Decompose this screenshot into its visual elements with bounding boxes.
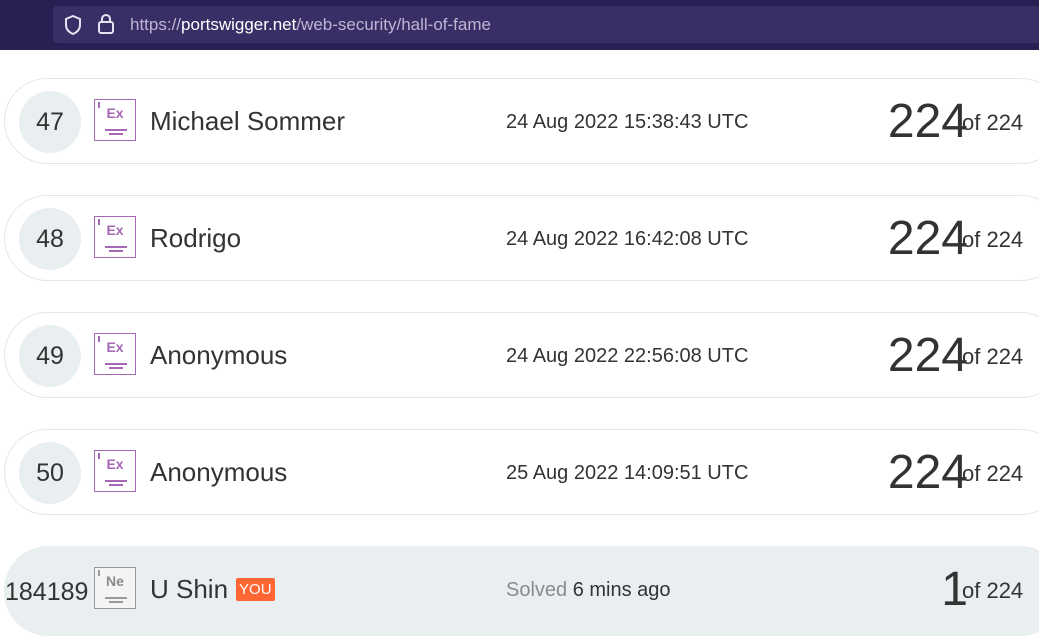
lock-icon[interactable] xyxy=(97,13,115,35)
player-name: Anonymous xyxy=(150,340,288,370)
completion-date: 24 Aug 2022 15:38:43 UTC xyxy=(506,111,749,133)
level-badge-icon: Ex xyxy=(94,216,136,258)
score-value: 224 xyxy=(887,95,968,148)
rank-number: 184189 xyxy=(5,578,89,606)
score-value: 224 xyxy=(887,329,968,382)
level-badge-icon: Ex xyxy=(94,333,136,375)
score-total: of 224 xyxy=(962,578,1024,603)
completion-date: 24 Aug 2022 22:56:08 UTC xyxy=(506,345,749,367)
player-name: Anonymous xyxy=(150,457,288,487)
leaderboard-row: 47 Ex Michael Sommer 24 Aug 2022 15:38:4… xyxy=(4,78,1039,164)
score-total: of 224 xyxy=(962,227,1024,252)
score-value: 224 xyxy=(887,212,968,265)
score-total: of 224 xyxy=(962,344,1024,369)
player-name: U Shin YOU xyxy=(150,574,275,605)
level-badge-icon: Ex xyxy=(94,450,136,492)
player-name: Michael Sommer xyxy=(150,106,346,136)
rank-number: 50 xyxy=(19,442,81,504)
leaderboard-row: 50 Ex Anonymous 25 Aug 2022 14:09:51 UTC… xyxy=(4,429,1039,515)
level-code: Ne xyxy=(106,573,124,589)
level-badge-icon: Ex xyxy=(94,99,136,141)
rank-number: 48 xyxy=(19,208,81,270)
player-name-text: U Shin xyxy=(150,574,229,604)
shield-icon[interactable] xyxy=(63,14,83,36)
leaderboard-row: 49 Ex Anonymous 24 Aug 2022 22:56:08 UTC… xyxy=(4,312,1039,398)
solved-label: Solved xyxy=(506,579,568,601)
level-code: Ex xyxy=(106,105,124,121)
solved-status: Solved 6 mins ago xyxy=(506,579,671,602)
score-total: of 224 xyxy=(962,110,1024,135)
url-domain: portswigger.net xyxy=(181,15,297,34)
completion-date: 25 Aug 2022 14:09:51 UTC xyxy=(506,462,749,484)
rank-number: 49 xyxy=(19,325,81,387)
browser-toolbar: https://portswigger.net/web-security/hal… xyxy=(0,0,1039,50)
level-code: Ex xyxy=(106,456,124,472)
solved-time: 6 mins ago xyxy=(572,579,671,601)
level-code: Ex xyxy=(106,222,124,238)
player-name: Rodrigo xyxy=(150,223,242,253)
level-code: Ex xyxy=(106,339,124,355)
score-total: of 224 xyxy=(962,461,1024,486)
rank-number: 47 xyxy=(19,91,81,153)
current-user-row: 184189 Ne U Shin YOU Solved 6 mins ago 1 … xyxy=(4,546,1039,636)
completion-date: 24 Aug 2022 16:42:08 UTC xyxy=(506,228,749,250)
level-badge-icon: Ne xyxy=(94,567,136,609)
leaderboard-row: 48 Ex Rodrigo 24 Aug 2022 16:42:08 UTC 2… xyxy=(4,195,1039,281)
url-text[interactable]: https://portswigger.net/web-security/hal… xyxy=(130,15,491,35)
score-value: 224 xyxy=(887,446,968,499)
url-path: /web-security/hall-of-fame xyxy=(296,15,491,34)
url-prefix: https:// xyxy=(130,15,182,34)
address-bar[interactable]: https://portswigger.net/web-security/hal… xyxy=(53,6,1039,43)
you-badge: YOU xyxy=(236,578,275,601)
